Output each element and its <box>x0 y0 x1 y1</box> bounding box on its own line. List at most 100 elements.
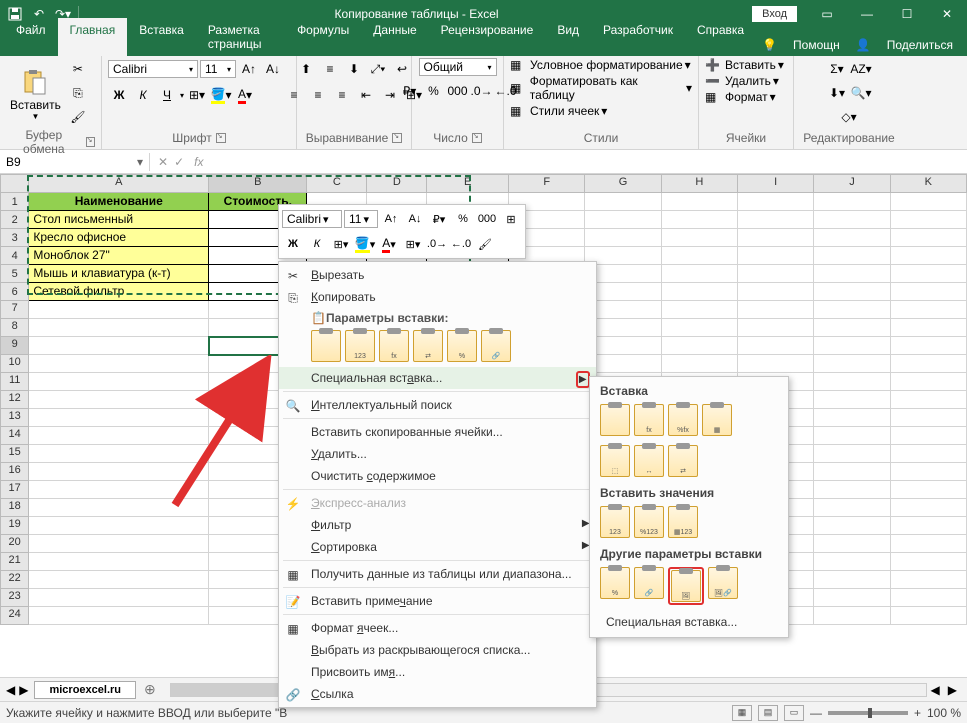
minimize-button[interactable]: ― <box>847 0 887 28</box>
ctx-comment[interactable]: 📝Вставить примечание <box>279 590 596 612</box>
select-all-corner[interactable] <box>1 175 29 193</box>
col-header[interactable]: H <box>661 175 737 193</box>
sub-paste-special[interactable]: Специальная вставка... <box>594 611 784 633</box>
page-break-icon[interactable]: ▭ <box>784 705 804 721</box>
row-header[interactable]: 21 <box>1 553 29 571</box>
mini-fill-icon[interactable]: 🪣▾ <box>354 233 376 255</box>
sub-linked-picture-icon[interactable]: 🖼🔗 <box>708 567 738 599</box>
row-header[interactable]: 14 <box>1 427 29 445</box>
scroll-right-icon[interactable]: ▶ <box>944 683 961 697</box>
cell[interactable] <box>890 319 966 337</box>
sub-paste-fx-number-icon[interactable]: %fx <box>668 404 698 436</box>
cell[interactable] <box>661 337 737 355</box>
cell[interactable] <box>29 589 209 607</box>
borders-icon[interactable]: ⊞▾ <box>186 84 208 106</box>
cell[interactable] <box>814 355 890 373</box>
tell-me[interactable]: Помощн <box>787 34 846 56</box>
mini-borders2-icon[interactable]: ⊞▾ <box>402 233 424 255</box>
sub-paste-source-fmt-icon[interactable]: ▦ <box>702 404 732 436</box>
cell[interactable] <box>814 607 890 625</box>
cell[interactable] <box>585 193 661 211</box>
cell[interactable] <box>814 427 890 445</box>
find-icon[interactable]: 🔍▾ <box>850 82 872 104</box>
cell[interactable] <box>890 499 966 517</box>
next-sheet-icon[interactable]: ▶ <box>19 683 28 697</box>
cell[interactable] <box>814 319 890 337</box>
cell[interactable] <box>890 193 966 211</box>
cell[interactable] <box>890 265 966 283</box>
normal-view-icon[interactable]: ▦ <box>732 705 752 721</box>
cell[interactable] <box>814 211 890 229</box>
number-launcher[interactable] <box>472 133 482 143</box>
italic-button[interactable]: К <box>132 84 154 106</box>
cell[interactable] <box>661 355 737 373</box>
cell[interactable] <box>29 463 209 481</box>
close-button[interactable]: ✕ <box>927 0 967 28</box>
cell[interactable] <box>661 301 737 319</box>
delete-cells-button[interactable]: ➖Удалить▾ <box>705 74 779 88</box>
sub-paste-all-icon[interactable] <box>600 404 630 436</box>
cell[interactable]: Моноблок 27" <box>29 247 209 265</box>
accounting-icon[interactable]: ₽▾ <box>399 80 421 102</box>
mini-italic[interactable]: К <box>306 233 328 255</box>
align-top-icon[interactable]: ⬆ <box>295 58 317 80</box>
ctx-insert-copied[interactable]: Вставить скопированные ячейки... <box>279 421 596 443</box>
cancel-formula-icon[interactable]: ✕ <box>158 155 168 169</box>
col-header[interactable]: A <box>29 175 209 193</box>
align-left-icon[interactable]: ≡ <box>283 84 305 106</box>
col-header[interactable]: B <box>209 175 307 193</box>
tab-вставка[interactable]: Вставка <box>127 18 196 56</box>
cell[interactable] <box>29 409 209 427</box>
cell[interactable]: Сетевой фильтр <box>29 283 209 301</box>
font-size-combo[interactable]: 11▾ <box>200 60 236 78</box>
cell[interactable] <box>814 499 890 517</box>
ctx-clear[interactable]: Очистить содержимое <box>279 465 596 487</box>
enter-formula-icon[interactable]: ✓ <box>174 155 184 169</box>
cell[interactable] <box>890 427 966 445</box>
maximize-button[interactable]: ☐ <box>887 0 927 28</box>
row-header[interactable]: 10 <box>1 355 29 373</box>
row-header[interactable]: 18 <box>1 499 29 517</box>
cell[interactable] <box>814 463 890 481</box>
col-header[interactable]: G <box>585 175 661 193</box>
row-header[interactable]: 1 <box>1 193 29 211</box>
fill-color-icon[interactable]: 🪣▾ <box>210 84 232 106</box>
cell[interactable] <box>890 283 966 301</box>
cell[interactable] <box>814 229 890 247</box>
ctx-sort[interactable]: Сортировка▶ <box>279 536 596 558</box>
cell[interactable] <box>890 553 966 571</box>
mini-dec-decimal-icon[interactable]: ←.0 <box>450 233 472 255</box>
ctx-link[interactable]: 🔗Ссылка <box>279 683 596 705</box>
sub-paste-transpose-icon[interactable]: ⇄ <box>668 445 698 477</box>
insert-cells-button[interactable]: ➕Вставить▾ <box>705 58 784 72</box>
cell[interactable] <box>29 337 209 355</box>
ctx-define-name[interactable]: Присвоить имя... <box>279 661 596 683</box>
tab-вид[interactable]: Вид <box>545 18 591 56</box>
row-header[interactable]: 22 <box>1 571 29 589</box>
name-box[interactable]: B9▾ <box>0 153 150 171</box>
ctx-dropdown[interactable]: Выбрать из раскрывающегося списка... <box>279 639 596 661</box>
cell[interactable] <box>29 319 209 337</box>
col-header[interactable]: D <box>367 175 427 193</box>
cell[interactable] <box>29 391 209 409</box>
share-icon[interactable]: 👤 <box>850 34 877 56</box>
mini-decrease-font-icon[interactable]: A↓ <box>404 208 426 230</box>
cell[interactable] <box>585 211 661 229</box>
cell[interactable]: Мышь и клавиатура (к-т) <box>29 265 209 283</box>
cell[interactable] <box>661 319 737 337</box>
cell[interactable] <box>890 517 966 535</box>
align-middle-icon[interactable]: ≡ <box>319 58 341 80</box>
scroll-left-icon[interactable]: ◀ <box>927 683 944 697</box>
mini-merge-icon[interactable]: ⊞ <box>500 208 522 230</box>
paste-button[interactable]: Вставить ▼ <box>6 64 65 123</box>
prev-sheet-icon[interactable]: ◀ <box>6 683 15 697</box>
cell-styles-button[interactable]: ▦Стили ячеек▾ <box>510 104 607 118</box>
row-header[interactable]: 5 <box>1 265 29 283</box>
col-header[interactable]: K <box>890 175 966 193</box>
tab-файл[interactable]: Файл <box>4 18 58 56</box>
tab-формулы[interactable]: Формулы <box>285 18 361 56</box>
row-header[interactable]: 15 <box>1 445 29 463</box>
bold-button[interactable]: Ж <box>108 84 130 106</box>
ctx-from-table[interactable]: ▦Получить данные из таблицы или диапазон… <box>279 563 596 585</box>
percent-icon[interactable]: % <box>423 80 445 102</box>
